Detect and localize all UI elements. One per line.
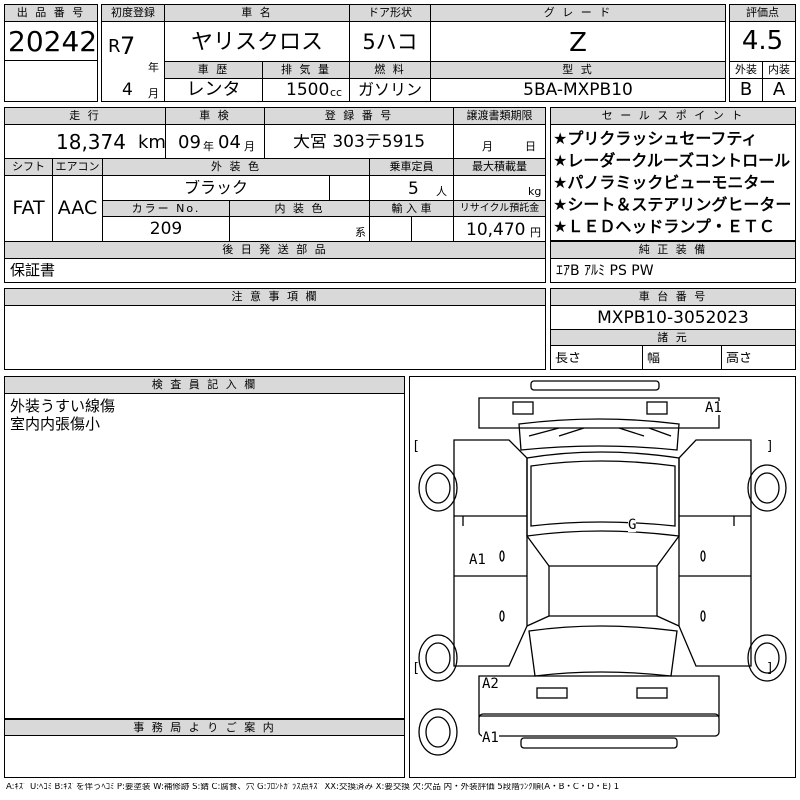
color-no-label: カラー No.: [103, 201, 229, 216]
insp-month-unit: 月: [244, 141, 255, 152]
selling-points-list: ★プリクラッシュセーフティ ★レーダークルーズコントロール ★パノラミックビュー…: [553, 128, 795, 238]
insp-year: 09: [178, 134, 201, 152]
notes-label: 注 意 事 項 欄: [5, 289, 545, 305]
interior-color-label: 内 装 色: [230, 201, 369, 216]
car-name: ヤリスクロス: [190, 32, 323, 54]
inspection-label: 車 検: [166, 108, 264, 124]
shift-label: シフト: [5, 159, 52, 175]
score: 4.5: [741, 28, 784, 54]
bracket-left-top: [: [412, 440, 420, 453]
month-unit: 月: [148, 88, 159, 99]
import-label: 輸 入 車: [370, 201, 453, 216]
color: ブラック: [183, 180, 248, 196]
car-name-label: 車 名: [165, 5, 349, 21]
mileage-unit: km: [138, 134, 166, 152]
fuel: ガソリン: [357, 82, 422, 98]
chassis-number: MXPB10-3052023: [597, 310, 749, 327]
era-letter: R: [108, 38, 121, 56]
bracket-right-bottom: ]: [766, 662, 774, 675]
ac: AAC: [57, 199, 98, 218]
later-parts-label: 後 日 発 送 部 品: [5, 242, 545, 258]
length-label: 長さ: [555, 352, 582, 365]
office-label: 事 務 局 よ り ご 案 内: [5, 720, 404, 735]
damage-mark: A1: [482, 731, 499, 745]
cc-unit: cc: [330, 87, 343, 98]
insp-year-unit: 年: [203, 141, 214, 152]
lot-label: 出 品 番 号: [5, 5, 97, 21]
displacement: 1500: [286, 82, 330, 99]
selling-point: ★ＬＥＤヘッドランプ・ＥＴＣ: [553, 217, 775, 236]
door-type: 5ハコ: [362, 32, 418, 53]
history: レンタ: [186, 81, 241, 99]
car-diagram: [418, 380, 787, 756]
load-label: 最大積載量: [454, 159, 545, 175]
bracket-right-top: ]: [766, 440, 774, 453]
inspector-label: 検 査 員 記 入 欄: [5, 377, 404, 393]
exterior-grade-label: 外装: [730, 62, 762, 78]
interior-grade-label: 内装: [763, 62, 795, 78]
reg-year: 7: [120, 34, 136, 58]
damage-mark: A2: [482, 677, 499, 691]
reg-month: 4: [122, 82, 133, 99]
lot-number: 20242: [8, 28, 98, 56]
year-unit: 年: [148, 62, 159, 73]
displacement-label: 排 気 量: [263, 62, 349, 78]
chassis-label: 車 台 番 号: [551, 289, 795, 305]
equipment-value: ｴｱB ｱﾙﾐ PS PW: [556, 264, 654, 278]
history-label: 車 歴: [165, 62, 262, 78]
bracket-left-bottom: [: [412, 662, 420, 675]
insp-month: 04: [218, 134, 241, 152]
spec-label: 諸 元: [551, 330, 795, 345]
mileage-label: 走 行: [5, 108, 165, 124]
shift: FAT: [12, 199, 45, 218]
fuel-label: 燃 料: [350, 62, 430, 78]
equipment-label: 純 正 装 備: [551, 242, 795, 258]
grade: Z: [569, 30, 587, 56]
damage-mark: A1: [705, 401, 722, 415]
doc-day-unit: 日: [525, 141, 536, 152]
capacity-unit: 人: [436, 186, 447, 197]
height-label: 高さ: [726, 352, 753, 365]
grade-label: グ レ ー ド: [431, 5, 725, 21]
selling-points-label: セ ー ル ス ポ イ ン ト: [551, 108, 795, 124]
interior-grade: A: [772, 81, 786, 99]
inspector-line: 外装うすい線傷: [10, 397, 116, 415]
color-no: 209: [149, 221, 183, 238]
inspector-line: 室内内張傷小: [10, 415, 101, 433]
selling-point: ★パノラミックビューモニター: [553, 173, 776, 192]
footer-legend: A:ｷｽﾞ U:ﾍｺﾐ B:ｷｽﾞを伴うﾍｺﾐ P:要塗装 W:補修跡 S:錆 …: [6, 783, 620, 792]
color-label: 外 装 色: [103, 159, 369, 175]
selling-point: ★レーダークルーズコントロール: [553, 151, 791, 170]
plate-label: 登 録 番 号: [265, 108, 453, 124]
load-unit: kg: [528, 186, 542, 197]
inspector-notes: 外装うすい線傷 室内内張傷小: [10, 397, 115, 433]
doc-month-unit: 月: [482, 141, 493, 152]
exterior-grade: B: [739, 81, 753, 99]
selling-point: ★シート＆ステアリングヒーター: [553, 195, 792, 214]
capacity: 5: [408, 181, 419, 198]
model-code: 5BA-MXPB10: [523, 82, 633, 99]
capacity-label: 乗車定員: [370, 159, 453, 175]
door-label: ドア形状: [350, 5, 430, 21]
selling-point: ★プリクラッシュセーフティ: [553, 129, 758, 148]
model-label: 型 式: [431, 62, 725, 78]
later-parts: 保証書: [10, 263, 56, 278]
score-label: 評価点: [730, 5, 795, 21]
plate: 大宮 303テ5915: [292, 134, 426, 151]
damage-mark: A1: [469, 553, 486, 567]
recycle-unit: 円: [530, 227, 541, 238]
first-reg-label: 初度登録: [102, 5, 164, 21]
interior-color-unit: 系: [355, 227, 366, 238]
recycle: 10,470: [466, 222, 526, 239]
width-label: 幅: [647, 352, 661, 365]
damage-mark: G: [628, 518, 637, 532]
doc-period-label: 譲渡書類期限: [454, 108, 545, 124]
mileage: 18,374: [56, 132, 126, 152]
ac-label: エアコン: [53, 159, 102, 175]
recycle-label: リサイクル預託金: [454, 201, 545, 216]
